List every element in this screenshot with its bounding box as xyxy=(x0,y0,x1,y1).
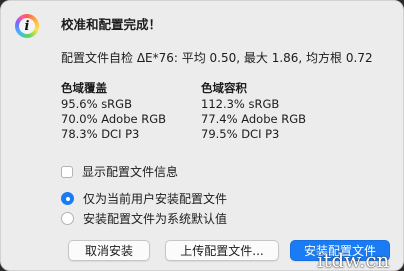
gamut-volume-dci-p3: 79.5% DCI P3 xyxy=(201,127,280,141)
upload-profile-button[interactable]: 上传配置文件... xyxy=(165,240,279,261)
install-current-user-option[interactable]: 仅为当前用户安装配置文件 xyxy=(61,190,227,207)
displaycal-app-icon: i xyxy=(15,14,39,38)
gamut-volume-adobe-rgb: 77.4% Adobe RGB xyxy=(201,112,307,126)
install-current-user-label: 仅为当前用户安装配置文件 xyxy=(83,192,228,206)
gamut-coverage-heading: 色域覆盖 xyxy=(61,81,107,95)
site-watermark: itdw.cn xyxy=(317,248,390,271)
install-system-default-radio[interactable] xyxy=(61,212,74,225)
dialog-title: 校准和配置完成！ xyxy=(61,17,162,32)
gamut-volume-column: 色域容积 112.3% sRGB 77.4% Adobe RGB 79.5% D… xyxy=(201,81,306,142)
gamut-coverage-srgb: 95.6% sRGB xyxy=(61,97,132,111)
info-i-icon: i xyxy=(19,18,35,34)
show-profile-info-row[interactable]: 显示配置文件信息 xyxy=(61,163,178,180)
cancel-install-button[interactable]: 取消安装 xyxy=(68,240,150,261)
gamut-coverage-adobe-rgb: 70.0% Adobe RGB xyxy=(61,112,167,126)
show-profile-info-checkbox[interactable] xyxy=(61,165,73,178)
install-system-default-label: 安装配置文件为系统默认值 xyxy=(83,212,228,226)
install-system-default-option[interactable]: 安装配置文件为系统默认值 xyxy=(61,210,227,227)
install-current-user-radio[interactable] xyxy=(61,192,74,205)
gamut-coverage-column: 色域覆盖 95.6% sRGB 70.0% Adobe RGB 78.3% DC… xyxy=(61,81,166,142)
gamut-volume-heading: 色域容积 xyxy=(201,81,247,95)
gamut-coverage-dci-p3: 78.3% DCI P3 xyxy=(61,127,140,141)
calibration-complete-dialog: i 校准和配置完成！ 配置文件自检 ΔE*76: 平均 0.50, 最大 1.8… xyxy=(0,0,404,271)
show-profile-info-label: 显示配置文件信息 xyxy=(82,165,179,179)
profile-self-check-summary: 配置文件自检 ΔE*76: 平均 0.50, 最大 1.86, 均方根 0.72 xyxy=(61,51,373,65)
gamut-volume-srgb: 112.3% sRGB xyxy=(201,97,280,111)
